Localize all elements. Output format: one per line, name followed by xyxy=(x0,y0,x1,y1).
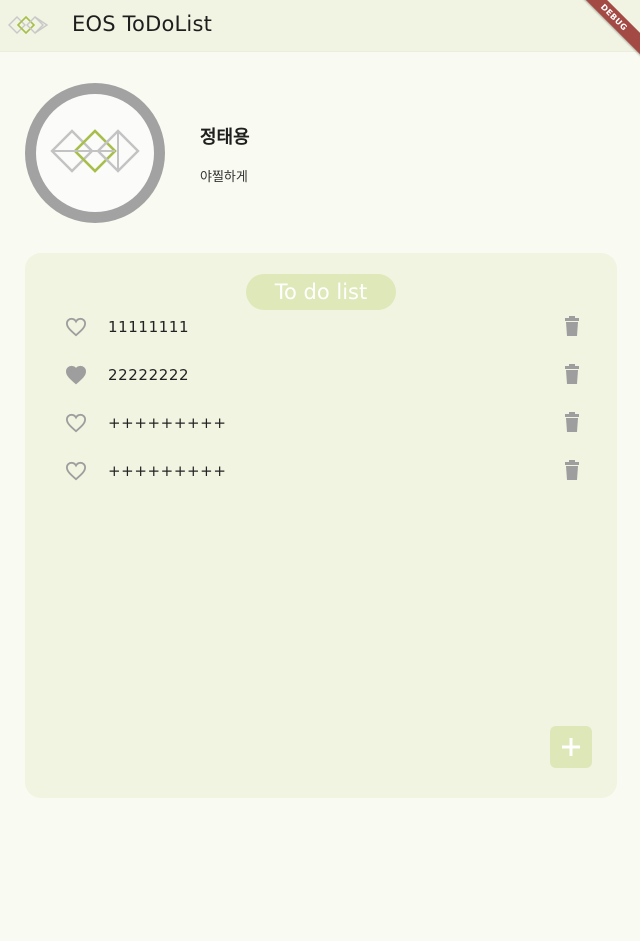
todo-item[interactable]: 22222222 xyxy=(25,356,617,396)
todo-item-text: +++++++++ xyxy=(108,462,227,480)
heart-outline-icon[interactable] xyxy=(65,461,87,481)
todo-item-text: 11111111 xyxy=(108,318,190,336)
add-todo-button[interactable] xyxy=(550,726,592,768)
todo-item-text: 22222222 xyxy=(108,366,190,384)
trash-icon[interactable] xyxy=(564,460,580,480)
heart-filled-icon[interactable] xyxy=(65,365,87,385)
todo-list-title: To do list xyxy=(246,274,396,310)
todo-item-text: +++++++++ xyxy=(108,414,227,432)
heart-outline-icon[interactable] xyxy=(65,413,87,433)
heart-outline-icon[interactable] xyxy=(65,317,87,337)
trash-icon[interactable] xyxy=(564,412,580,432)
eos-logo-icon xyxy=(8,15,49,35)
trash-icon[interactable] xyxy=(564,316,580,336)
todo-card: To do list 11111111 22222222 +++++++++ +… xyxy=(25,253,617,798)
profile-status: 야찔하게 xyxy=(200,170,248,185)
todo-item[interactable]: +++++++++ xyxy=(25,452,617,492)
todo-item[interactable]: +++++++++ xyxy=(25,404,617,444)
app-bar: EOS ToDoList xyxy=(0,0,640,52)
trash-icon[interactable] xyxy=(564,364,580,384)
avatar-image xyxy=(36,94,154,212)
eos-diamond-logo-icon xyxy=(50,129,140,173)
profile-name: 정태용 xyxy=(200,127,250,148)
profile-avatar[interactable] xyxy=(25,83,165,223)
app-title: EOS ToDoList xyxy=(72,12,213,36)
plus-icon xyxy=(562,738,580,756)
todo-item[interactable]: 11111111 xyxy=(25,308,617,348)
